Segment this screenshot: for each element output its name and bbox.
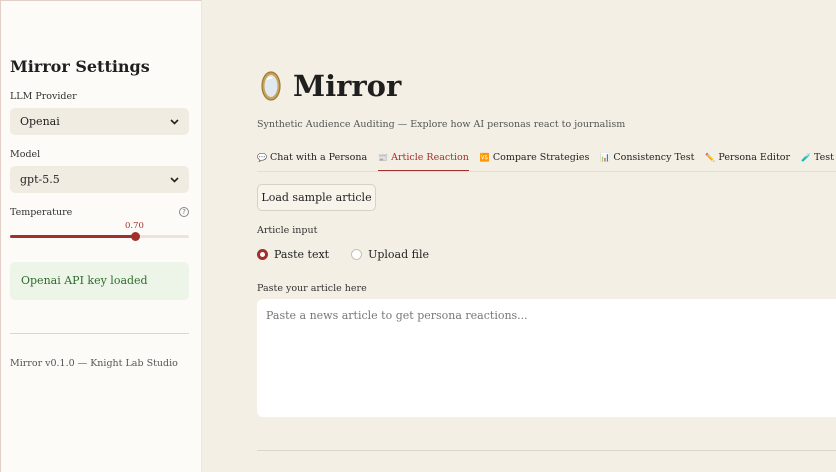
newspaper-icon: 📰 xyxy=(378,153,389,162)
chevron-down-icon xyxy=(168,166,180,193)
temperature-value: 0.70 xyxy=(125,221,144,231)
sidebar-title: Mirror Settings xyxy=(10,57,150,76)
paste-article-label: Paste your article here xyxy=(257,283,367,294)
model-select[interactable]: gpt-5.5 xyxy=(10,166,189,193)
tab-test[interactable]: 🧪 Test xyxy=(801,150,834,172)
radio-paste-text-label[interactable]: Paste text xyxy=(274,248,329,261)
load-sample-article-button[interactable]: Load sample article xyxy=(257,184,376,211)
content-divider xyxy=(257,450,836,451)
article-textarea-placeholder: Paste a news article to get persona reac… xyxy=(266,309,528,322)
tab-article-reaction[interactable]: 📰 Article Reaction xyxy=(378,150,469,172)
tab-bar: 💬 Chat with a Persona 📰 Article Reaction… xyxy=(257,150,834,172)
sidebar-footer: Mirror v0.1.0 — Knight Lab Studio xyxy=(10,358,178,369)
mirror-icon xyxy=(260,70,282,106)
provider-select-value: Openai xyxy=(20,115,60,128)
model-select-value: gpt-5.5 xyxy=(20,173,60,186)
sidebar-divider xyxy=(10,333,189,334)
temperature-slider-thumb[interactable] xyxy=(131,232,141,241)
main-content: Mirror Synthetic Audience Auditing — Exp… xyxy=(203,0,836,472)
tab-persona-editor[interactable]: ✏️ Persona Editor xyxy=(705,150,790,172)
tab-label: Compare Strategies xyxy=(492,152,590,163)
temperature-label: Temperature xyxy=(10,207,73,218)
sidebar: Mirror Settings LLM Provider Openai Mode… xyxy=(0,0,202,472)
vs-icon: 🆚 xyxy=(479,153,490,162)
radio-upload-file[interactable] xyxy=(351,249,363,260)
page-subtitle: Synthetic Audience Auditing — Explore ho… xyxy=(257,119,626,130)
radio-paste-text[interactable] xyxy=(257,249,268,260)
tab-divider xyxy=(257,171,836,172)
provider-label: LLM Provider xyxy=(10,91,77,102)
tab-label: Consistency Test xyxy=(613,152,695,163)
page-title: Mirror xyxy=(293,69,402,103)
provider-select[interactable]: Openai xyxy=(10,108,189,135)
test-tube-icon: 🧪 xyxy=(801,153,812,162)
temperature-slider[interactable] xyxy=(10,232,189,241)
tab-label: Test xyxy=(814,152,834,163)
api-key-status: Openai API key loaded xyxy=(10,262,189,300)
tab-chat-with-persona[interactable]: 💬 Chat with a Persona xyxy=(257,150,367,172)
pencil-icon: ✏️ xyxy=(705,153,716,162)
model-label: Model xyxy=(10,149,41,160)
article-textarea[interactable]: Paste a news article to get persona reac… xyxy=(257,299,836,417)
tab-label: Chat with a Persona xyxy=(269,152,368,163)
tab-label: Article Reaction xyxy=(391,152,469,163)
tab-compare-strategies[interactable]: 🆚 Compare Strategies xyxy=(480,150,589,172)
tab-consistency-test[interactable]: 📊 Consistency Test xyxy=(600,150,694,172)
temperature-slider-fill xyxy=(10,235,136,238)
tab-label: Persona Editor xyxy=(718,152,791,163)
article-input-label: Article input xyxy=(257,225,318,236)
chevron-down-icon xyxy=(168,108,180,135)
speech-bubble-icon: 💬 xyxy=(257,153,267,162)
help-icon[interactable]: ? xyxy=(179,207,189,217)
radio-upload-file-label[interactable]: Upload file xyxy=(368,248,429,261)
article-input-radio-group: Paste text Upload file xyxy=(257,248,429,261)
bar-chart-icon: 📊 xyxy=(600,153,611,162)
